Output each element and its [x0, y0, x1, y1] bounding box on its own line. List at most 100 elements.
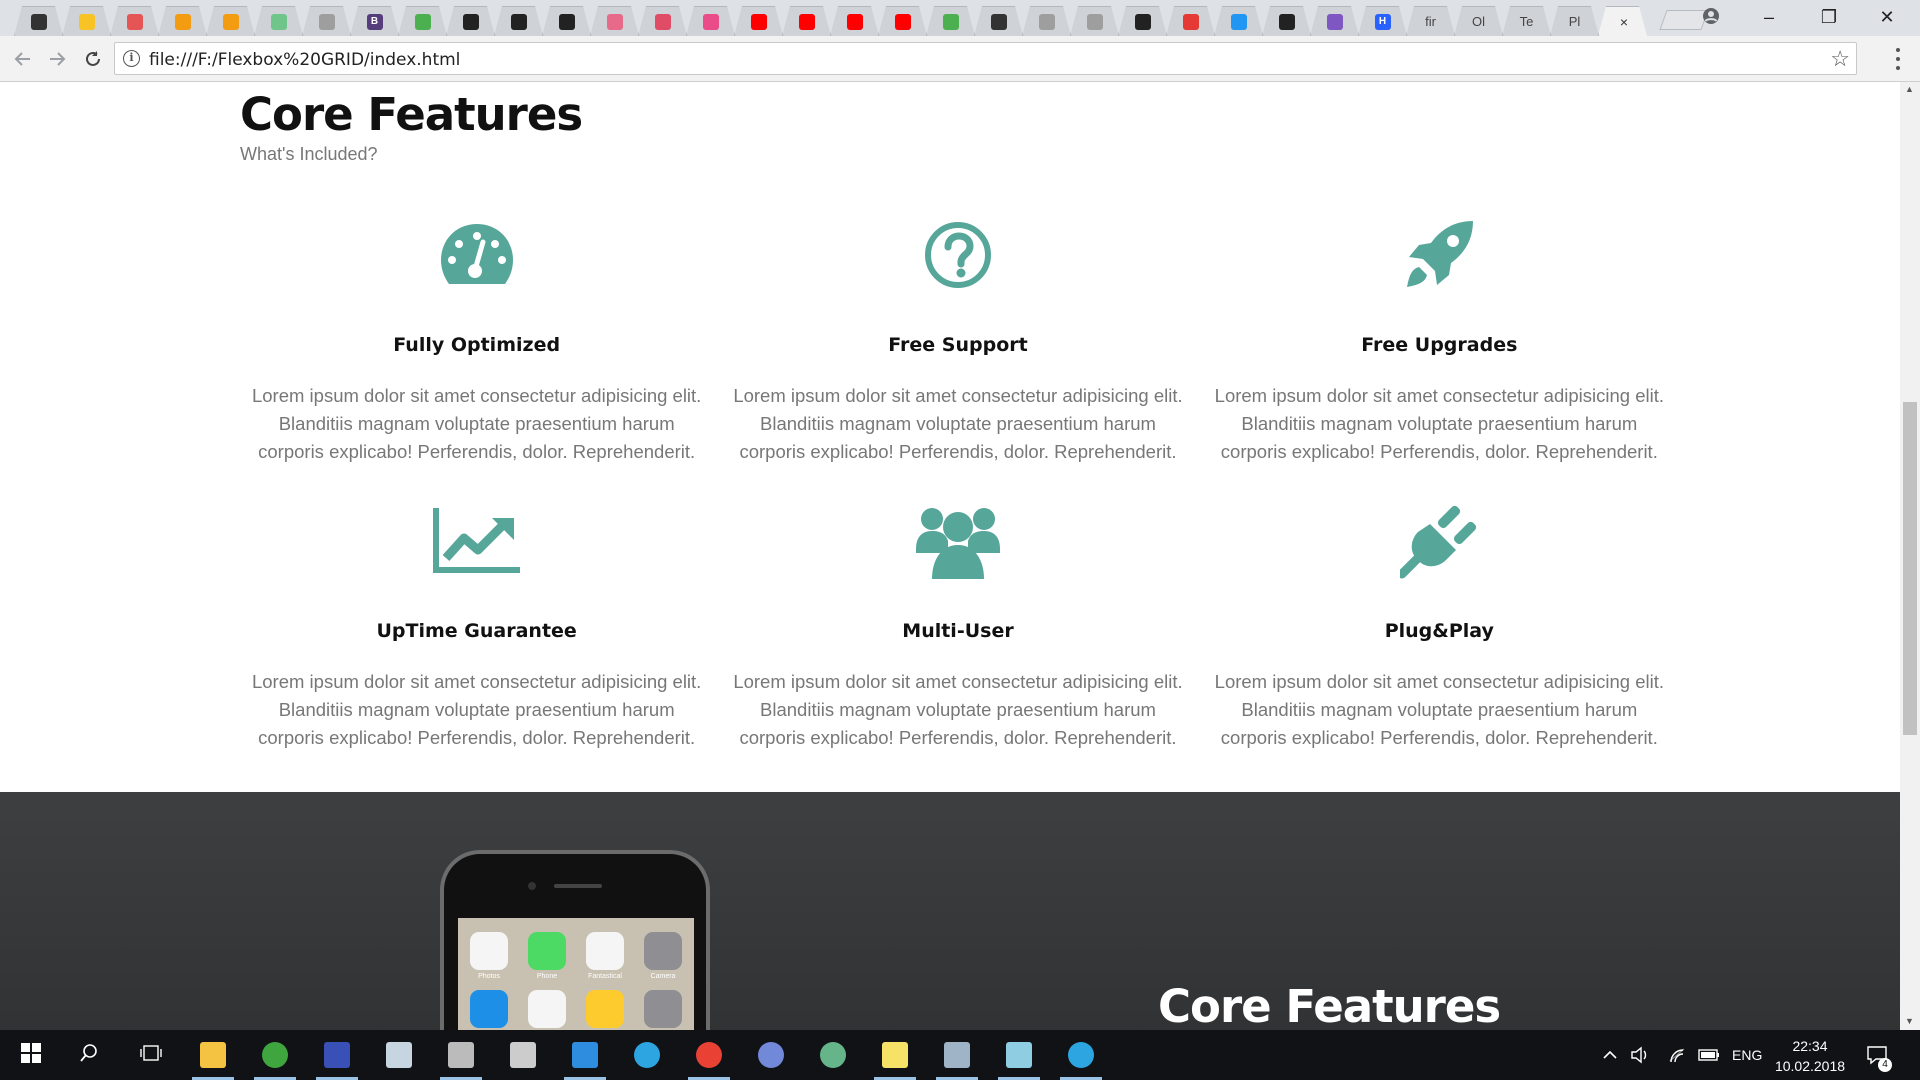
browser-tab[interactable]	[302, 6, 351, 36]
browser-tab[interactable]: fir	[1406, 6, 1455, 36]
back-button[interactable]	[8, 44, 38, 74]
browser-tab[interactable]	[590, 6, 639, 36]
taskbar-app[interactable]	[126, 1030, 176, 1080]
active-tab[interactable]: ×	[1598, 6, 1647, 36]
chrome-icon	[696, 1042, 722, 1068]
taskbar-app[interactable]	[436, 1030, 486, 1080]
browser-menu-icon[interactable]	[1888, 46, 1908, 72]
network-monitor-icon	[944, 1042, 970, 1068]
browser-tab[interactable]	[734, 6, 783, 36]
forward-arrow-icon	[50, 52, 66, 66]
browser-tab[interactable]	[782, 6, 831, 36]
restore-button[interactable]: ❐	[1800, 0, 1858, 34]
feature-card: Multi-User Lorem ipsum dolor sit amet co…	[717, 498, 1198, 784]
taskbar-app[interactable]	[64, 1030, 114, 1080]
browser-tab[interactable]: Pl	[1550, 6, 1599, 36]
taskbar-app[interactable]	[746, 1030, 796, 1080]
browser-tab[interactable]	[638, 6, 687, 36]
show-hidden-icons-icon[interactable]	[1602, 1030, 1618, 1080]
scrollbar-thumb[interactable]	[1903, 402, 1917, 735]
browser-tab[interactable]	[926, 6, 975, 36]
language-indicator[interactable]: ENG	[1732, 1030, 1762, 1080]
taskbar-app[interactable]	[808, 1030, 858, 1080]
url-text[interactable]: file:///F:/Flexbox%20GRID/index.html	[149, 50, 460, 70]
taskbar-app[interactable]	[498, 1030, 548, 1080]
steam-icon	[386, 1042, 412, 1068]
browser-tab[interactable]: B	[350, 6, 399, 36]
browser-tab[interactable]	[878, 6, 927, 36]
phone-app-icon	[586, 932, 624, 970]
browser-tab[interactable]	[542, 6, 591, 36]
slash-icon	[1278, 13, 1295, 30]
feature-title: Free Support	[888, 334, 1028, 356]
youtube-icon	[846, 13, 863, 30]
taskbar-app[interactable]	[6, 1030, 56, 1080]
taskbar-app[interactable]	[684, 1030, 734, 1080]
phone-camera	[528, 882, 536, 890]
close-window-button[interactable]: ✕	[1858, 0, 1916, 34]
info-icon[interactable]: i	[123, 50, 140, 67]
browser-tab[interactable]	[1070, 6, 1119, 36]
phone-app-icon	[586, 990, 624, 1028]
browser-tab[interactable]	[1262, 6, 1311, 36]
telegram-icon	[1068, 1042, 1094, 1068]
browser-tab[interactable]	[1022, 6, 1071, 36]
notification-count: 4	[1878, 1058, 1892, 1072]
browser-tab[interactable]	[446, 6, 495, 36]
browser-tab[interactable]	[110, 6, 159, 36]
phone-app-icon	[528, 932, 566, 970]
browser-tab[interactable]: Te	[1502, 6, 1551, 36]
taskbar-app[interactable]	[622, 1030, 672, 1080]
feature-text: Lorem ipsum dolor sit amet consectetur a…	[1214, 385, 1664, 462]
page-scrollbar[interactable]: ▲ ▼	[1900, 82, 1920, 1030]
browser-tab[interactable]: Ol	[1454, 6, 1503, 36]
taskbar-app[interactable]	[188, 1030, 238, 1080]
profile-icon[interactable]	[1700, 5, 1722, 27]
windows-taskbar: ENG 22:34 10.02.2018 4	[0, 1030, 1920, 1080]
bookmark-star-icon[interactable]: ☆	[1830, 46, 1850, 72]
browser-tab[interactable]	[974, 6, 1023, 36]
wifi-icon[interactable]	[1668, 1030, 1686, 1080]
browser-tab[interactable]	[398, 6, 447, 36]
taskbar-app[interactable]	[374, 1030, 424, 1080]
browser-tab[interactable]: H	[1358, 6, 1407, 36]
volume-icon[interactable]	[1630, 1030, 1650, 1080]
battery-icon[interactable]	[1698, 1030, 1720, 1080]
browser-tab[interactable]	[254, 6, 303, 36]
close-tab-icon[interactable]: ×	[1620, 14, 1628, 30]
browser-tab[interactable]	[14, 6, 63, 36]
browser-tab[interactable]	[158, 6, 207, 36]
browser-tab[interactable]	[1118, 6, 1167, 36]
u-logo-icon	[654, 13, 671, 30]
browser-tab[interactable]	[1214, 6, 1263, 36]
taskbar-app[interactable]	[1056, 1030, 1106, 1080]
scroll-down-arrow-icon[interactable]: ▼	[1905, 1016, 1914, 1026]
taskbar-app[interactable]	[560, 1030, 610, 1080]
minimize-button[interactable]: –	[1740, 0, 1798, 34]
scroll-up-arrow-icon[interactable]: ▲	[1905, 84, 1914, 94]
taskbar-app[interactable]	[994, 1030, 1044, 1080]
taskbar-app[interactable]	[870, 1030, 920, 1080]
browser-tab[interactable]	[1310, 6, 1359, 36]
dark-section-title: Core Features	[1158, 980, 1501, 1030]
text-tab-icon: fir	[1425, 14, 1436, 29]
reload-button[interactable]	[78, 44, 108, 74]
search-icon	[79, 1043, 99, 1068]
youtube-icon	[894, 13, 911, 30]
taskbar-app[interactable]	[312, 1030, 362, 1080]
browser-tab[interactable]	[206, 6, 255, 36]
browser-tab[interactable]	[686, 6, 735, 36]
browser-tab[interactable]	[62, 6, 111, 36]
browser-tab[interactable]	[1166, 6, 1215, 36]
address-bar[interactable]: i file:///F:/Flexbox%20GRID/index.html ☆	[114, 42, 1857, 75]
rocket-icon	[1389, 212, 1489, 298]
system-clock[interactable]: 22:34 10.02.2018	[1770, 1036, 1850, 1076]
forward-button[interactable]	[42, 44, 72, 74]
mail-icon	[1230, 13, 1247, 30]
notepad-icon	[1006, 1042, 1032, 1068]
taskbar-app[interactable]	[250, 1030, 300, 1080]
browser-tab[interactable]	[494, 6, 543, 36]
notifications-button[interactable]: 4	[1866, 1030, 1892, 1080]
browser-tab[interactable]	[830, 6, 879, 36]
taskbar-app[interactable]	[932, 1030, 982, 1080]
